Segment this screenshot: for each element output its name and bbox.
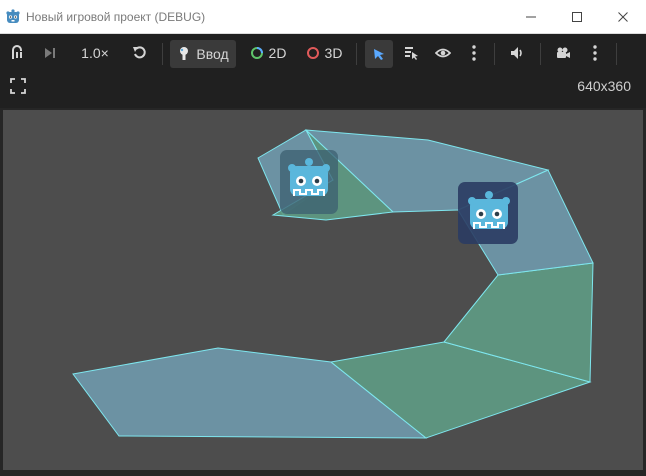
input-mode-label: Ввод	[196, 46, 229, 62]
mode-2d-label: 2D	[268, 45, 287, 61]
toolbar-separator	[494, 43, 495, 65]
fullscreen-icon	[10, 78, 26, 94]
maximize-icon	[572, 12, 582, 22]
maximize-button[interactable]	[554, 0, 600, 34]
toolbar-separator	[162, 43, 163, 65]
selection-options-button[interactable]	[465, 39, 483, 67]
joystick-icon	[180, 47, 189, 60]
eye-icon	[435, 48, 451, 58]
camera-override-button[interactable]	[552, 39, 574, 67]
toolbar-separator	[356, 43, 357, 65]
mute-button[interactable]	[506, 39, 528, 67]
visibility-button[interactable]	[432, 39, 454, 67]
cursor-arrow-icon	[374, 49, 384, 60]
suspend-button[interactable]	[8, 39, 28, 67]
select-tool-button[interactable]	[365, 40, 393, 68]
mode-3d-button[interactable]: 3D	[300, 39, 348, 67]
close-icon	[618, 12, 628, 22]
minimize-icon	[526, 16, 536, 18]
mode-2d-button[interactable]: 2D	[244, 39, 292, 67]
speaker-icon	[511, 47, 522, 59]
game-viewport[interactable]	[0, 108, 646, 476]
mode-3d-label: 3D	[324, 45, 343, 61]
kebab-menu-icon	[472, 45, 476, 61]
minimize-button[interactable]	[508, 0, 554, 34]
list-select-button[interactable]	[400, 39, 422, 67]
fullscreen-button[interactable]	[8, 72, 28, 100]
list-select-icon	[405, 47, 418, 60]
camera-icon	[557, 47, 570, 58]
time-scale-label: 1.0×	[81, 45, 109, 61]
window-titlebar: Новый игровой проект (DEBUG)	[0, 0, 646, 34]
reset-icon	[133, 46, 146, 59]
godot-icon	[6, 9, 20, 23]
suspend-icon	[12, 45, 22, 59]
kebab-menu-icon	[593, 45, 597, 61]
window-title: Новый игровой проект (DEBUG)	[26, 10, 206, 24]
input-mode-button[interactable]: Ввод	[170, 40, 236, 68]
next-frame-icon	[45, 48, 55, 58]
toolbar-separator	[616, 43, 617, 65]
resolution-label: 640x360	[577, 78, 631, 94]
debug-toolbar: 1.0× Ввод 2D 3D 640x360	[0, 34, 646, 108]
3d-mode-icon	[306, 47, 319, 59]
time-scale-button[interactable]: 1.0×	[74, 39, 116, 67]
reset-speed-button[interactable]	[130, 39, 150, 67]
toolbar-separator	[540, 43, 541, 65]
game-canvas[interactable]	[3, 110, 643, 470]
next-frame-button[interactable]	[40, 39, 60, 67]
2d-mode-icon	[250, 47, 263, 59]
godot-logo-sprite	[458, 182, 518, 244]
camera-options-button[interactable]	[586, 39, 604, 67]
godot-logo-sprite	[280, 150, 338, 214]
close-button[interactable]	[600, 0, 646, 34]
